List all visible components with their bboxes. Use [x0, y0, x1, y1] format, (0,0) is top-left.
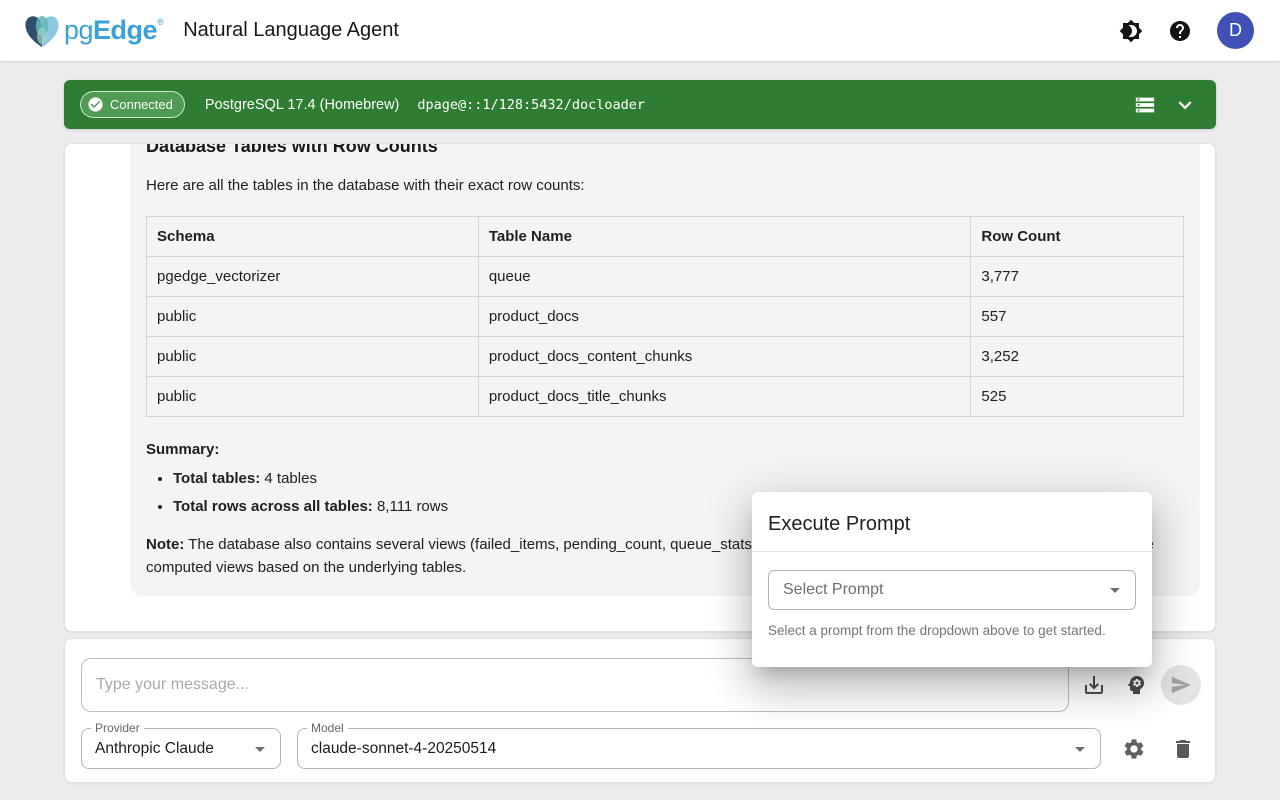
cell-schema: public: [147, 337, 479, 377]
message-heading: Database Tables with Row Counts: [146, 143, 1184, 157]
dialog-title: Execute Prompt: [752, 492, 1152, 551]
pgedge-logo: pgEdge®: [22, 12, 163, 50]
cell-schema: public: [147, 377, 479, 417]
table-row: public product_docs_content_chunks 3,252: [147, 337, 1184, 377]
pgedge-heart-icon: [22, 12, 62, 50]
cell-table-name: product_docs_title_chunks: [478, 377, 971, 417]
arrow-dropdown-icon: [1103, 578, 1127, 602]
summary-heading: Summary:: [146, 441, 1184, 458]
brightness-icon[interactable]: [1119, 19, 1143, 43]
dialog-helper-text: Select a prompt from the dropdown above …: [768, 623, 1136, 638]
settings-icon[interactable]: [1122, 737, 1146, 761]
column-header-table-name: Table Name: [478, 217, 971, 257]
avatar[interactable]: D: [1217, 12, 1254, 49]
chevron-down-icon[interactable]: [1172, 92, 1198, 118]
table-row: pgedge_vectorizer queue 3,777: [147, 257, 1184, 297]
model-select-value: claude-sonnet-4-20250514: [311, 740, 496, 758]
cell-table-name: queue: [478, 257, 971, 297]
column-header-schema: Schema: [147, 217, 479, 257]
column-header-row-count: Row Count: [971, 217, 1184, 257]
trash-icon[interactable]: [1171, 737, 1195, 761]
arrow-dropdown-icon: [1068, 737, 1092, 761]
storage-icon[interactable]: [1134, 94, 1156, 116]
table-row: public product_docs_title_chunks 525: [147, 377, 1184, 417]
psychology-icon[interactable]: [1124, 673, 1148, 697]
table-row: public product_docs 557: [147, 297, 1184, 337]
status-label: Connected: [110, 97, 173, 112]
header-actions: D: [1119, 12, 1254, 49]
connection-string: dpage@::1/128:5432/docloader: [417, 97, 645, 113]
model-select[interactable]: Model claude-sonnet-4-20250514: [297, 728, 1101, 769]
cell-row-count: 3,777: [971, 257, 1184, 297]
row-counts-table: Schema Table Name Row Count pgedge_vecto…: [146, 216, 1184, 417]
connection-bar-actions: [1134, 92, 1198, 118]
list-item: Total tables: 4 tables: [173, 470, 1184, 487]
prompt-select[interactable]: Select Prompt: [768, 570, 1136, 610]
cell-table-name: product_docs: [478, 297, 971, 337]
cell-row-count: 3,252: [971, 337, 1184, 377]
cell-row-count: 557: [971, 297, 1184, 337]
server-version: PostgreSQL 17.4 (Homebrew): [205, 97, 400, 113]
help-icon[interactable]: [1168, 19, 1192, 43]
cell-table-name: product_docs_content_chunks: [478, 337, 971, 377]
check-circle-icon: [87, 96, 104, 113]
download-icon[interactable]: [1082, 673, 1106, 697]
table-header-row: Schema Table Name Row Count: [147, 217, 1184, 257]
app-header: pgEdge® Natural Language Agent D: [0, 0, 1280, 62]
message-intro: Here are all the tables in the database …: [146, 177, 1184, 194]
send-icon: [1170, 674, 1192, 696]
dialog-divider: [752, 551, 1152, 552]
status-badge: Connected: [80, 91, 185, 118]
cell-schema: pgedge_vectorizer: [147, 257, 479, 297]
connection-bar: Connected PostgreSQL 17.4 (Homebrew) dpa…: [64, 80, 1216, 129]
provider-select[interactable]: Provider Anthropic Claude: [81, 728, 281, 769]
send-button[interactable]: [1161, 665, 1201, 705]
prompt-select-value: Select Prompt: [783, 581, 883, 599]
arrow-dropdown-icon: [248, 737, 272, 761]
execute-prompt-dialog: Execute Prompt Select Prompt Select a pr…: [752, 492, 1152, 667]
provider-select-value: Anthropic Claude: [95, 740, 214, 758]
page-title: Natural Language Agent: [183, 19, 399, 42]
provider-select-label: Provider: [91, 721, 144, 735]
cell-row-count: 525: [971, 377, 1184, 417]
cell-schema: public: [147, 297, 479, 337]
model-select-label: Model: [307, 721, 348, 735]
logo-wordmark: pgEdge®: [64, 17, 163, 44]
